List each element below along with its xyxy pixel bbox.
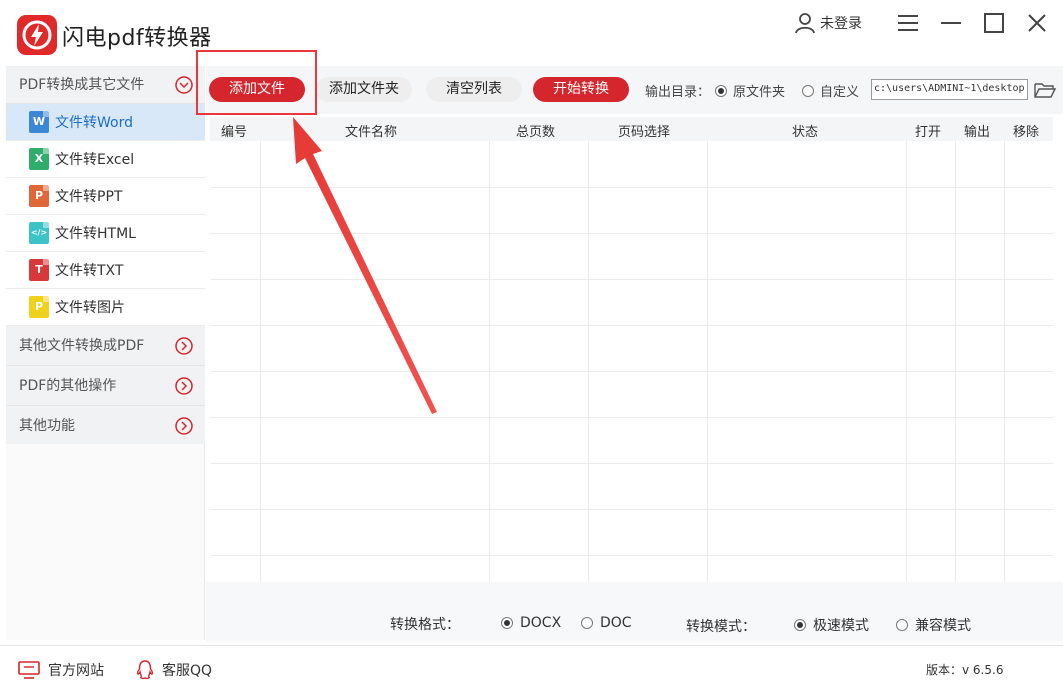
format-docx-radio[interactable]: DOCX [501,615,561,631]
folder-open-icon[interactable] [1034,81,1056,99]
radio-selected[interactable] [794,619,806,631]
sidebar-item-image[interactable]: P 文件转图片 [6,289,205,326]
sidebar-item-label: 文件转TXT [55,263,124,279]
sidebar-group-label: PDF的其他操作 [19,378,117,394]
footer: 官方网站 客服QQ 版本：v 6.5.6 [0,645,1063,691]
radio-selected[interactable] [715,84,727,97]
file-table: 编号 文件名称 总页数 页码选择 状态 打开 输出 移除 [210,117,1053,582]
sidebar-item-html[interactable]: </> 文件转HTML [6,215,205,252]
qq-support-link[interactable]: 客服QQ [136,660,212,680]
sidebar-group-other-functions[interactable]: 其他功能 [6,406,205,446]
radio-unselected[interactable] [896,619,908,631]
column-header-status: 状态 [792,125,819,140]
toolbar: 添加文件 添加文件夹 清空列表 开始转换 输出目录： 原文件夹 自定义 c:\u… [206,66,1063,114]
version-text: 版本：v 6.5.6 [926,663,1004,677]
website-link[interactable]: 官方网站 [18,660,104,680]
sidebar-item-ppt[interactable]: P 文件转PPT [6,178,205,215]
add-folder-button[interactable]: 添加文件夹 [316,77,412,102]
mode-compat-label: 兼容模式 [915,618,971,634]
output-original-label: 原文件夹 [733,85,786,100]
sidebar-item-label: 文件转Excel [55,152,135,168]
sidebar-section-pdf-to-other[interactable]: PDF转换成其它文件 [6,66,205,104]
excel-file-icon: X [29,148,49,170]
chevron-down-icon[interactable] [175,76,193,94]
login-status: 未登录 [820,16,862,32]
output-path-field[interactable]: c:\users\ADMINI~1\desktop [871,79,1028,100]
format-doc-radio[interactable]: DOC [581,615,632,631]
format-label: 转换格式： [390,617,460,633]
sidebar-item-excel[interactable]: X 文件转Excel [6,141,205,178]
column-header-number: 编号 [221,125,248,140]
clear-list-button[interactable]: 清空列表 [426,77,522,102]
highlight-box [196,50,317,115]
image-file-icon: P [29,296,49,318]
radio-unselected[interactable] [581,617,593,629]
app-logo-icon [17,15,57,55]
output-original-radio[interactable]: 原文件夹 [715,81,785,100]
menu-icon[interactable] [893,8,923,38]
txt-file-icon: T [29,259,49,281]
qq-icon [136,660,154,680]
sidebar-item-label: 文件转HTML [55,226,136,242]
sidebar-item-txt[interactable]: T 文件转TXT [6,252,205,289]
sidebar-item-label: 文件转PPT [55,189,123,205]
column-header-pages: 总页数 [516,125,556,140]
app-title: 闪电pdf转换器 [62,26,212,51]
sidebar-item-label: 文件转Word [55,115,133,131]
title-bar: 闪电pdf转换器 未登录 [0,0,1063,62]
user-icon [795,13,815,34]
monitor-icon [18,661,40,679]
mode-fast-radio[interactable]: 极速模式 [794,615,869,635]
sidebar-item-label: 文件转图片 [55,300,125,316]
sidebar: PDF转换成其它文件 W 文件转Word X 文件转Excel P 文件转PPT… [6,66,205,640]
minimize-icon[interactable] [936,8,966,38]
sidebar-group-label: 其他功能 [19,418,75,434]
sidebar-section-title: PDF转换成其它文件 [19,77,145,93]
table-header: 编号 文件名称 总页数 页码选择 状态 打开 输出 移除 [210,117,1053,141]
word-file-icon: W [29,111,49,133]
column-header-output: 输出 [964,125,991,140]
chevron-right-icon[interactable] [175,417,193,435]
radio-unselected[interactable] [802,84,814,97]
conversion-options: 转换格式： DOCX DOC 转换模式： 极速模式 兼容模式 [206,582,1063,642]
output-dir-label: 输出目录： [645,85,711,100]
column-header-remove: 移除 [1013,125,1040,140]
website-label: 官方网站 [48,663,104,679]
table-body [210,141,1053,582]
column-header-open: 打开 [915,125,942,140]
chevron-right-icon[interactable] [175,377,193,395]
mode-compat-radio[interactable]: 兼容模式 [896,615,971,635]
format-docx-label: DOCX [520,615,562,631]
sidebar-group-other-to-pdf[interactable]: 其他文件转换成PDF [6,326,205,366]
mode-label: 转换模式： [686,619,756,635]
chevron-right-icon[interactable] [175,337,193,355]
html-file-icon: </> [29,222,49,244]
start-convert-button[interactable]: 开始转换 [533,77,629,102]
ppt-file-icon: P [29,185,49,207]
output-custom-radio[interactable]: 自定义 [802,81,859,100]
mode-fast-label: 极速模式 [813,618,869,634]
qq-label: 客服QQ [162,663,213,679]
maximize-icon[interactable] [979,8,1009,38]
radio-selected[interactable] [501,617,513,629]
column-header-filename: 文件名称 [345,125,398,140]
sidebar-item-word[interactable]: W 文件转Word [6,104,205,141]
output-custom-label: 自定义 [820,85,860,100]
column-header-page-select: 页码选择 [618,125,671,140]
close-icon[interactable] [1022,8,1052,38]
sidebar-empty-area [6,444,205,640]
sidebar-group-pdf-other-ops[interactable]: PDF的其他操作 [6,366,205,406]
format-doc-label: DOC [600,615,632,631]
sidebar-group-label: 其他文件转换成PDF [19,338,145,354]
user-login[interactable]: 未登录 [794,11,862,35]
